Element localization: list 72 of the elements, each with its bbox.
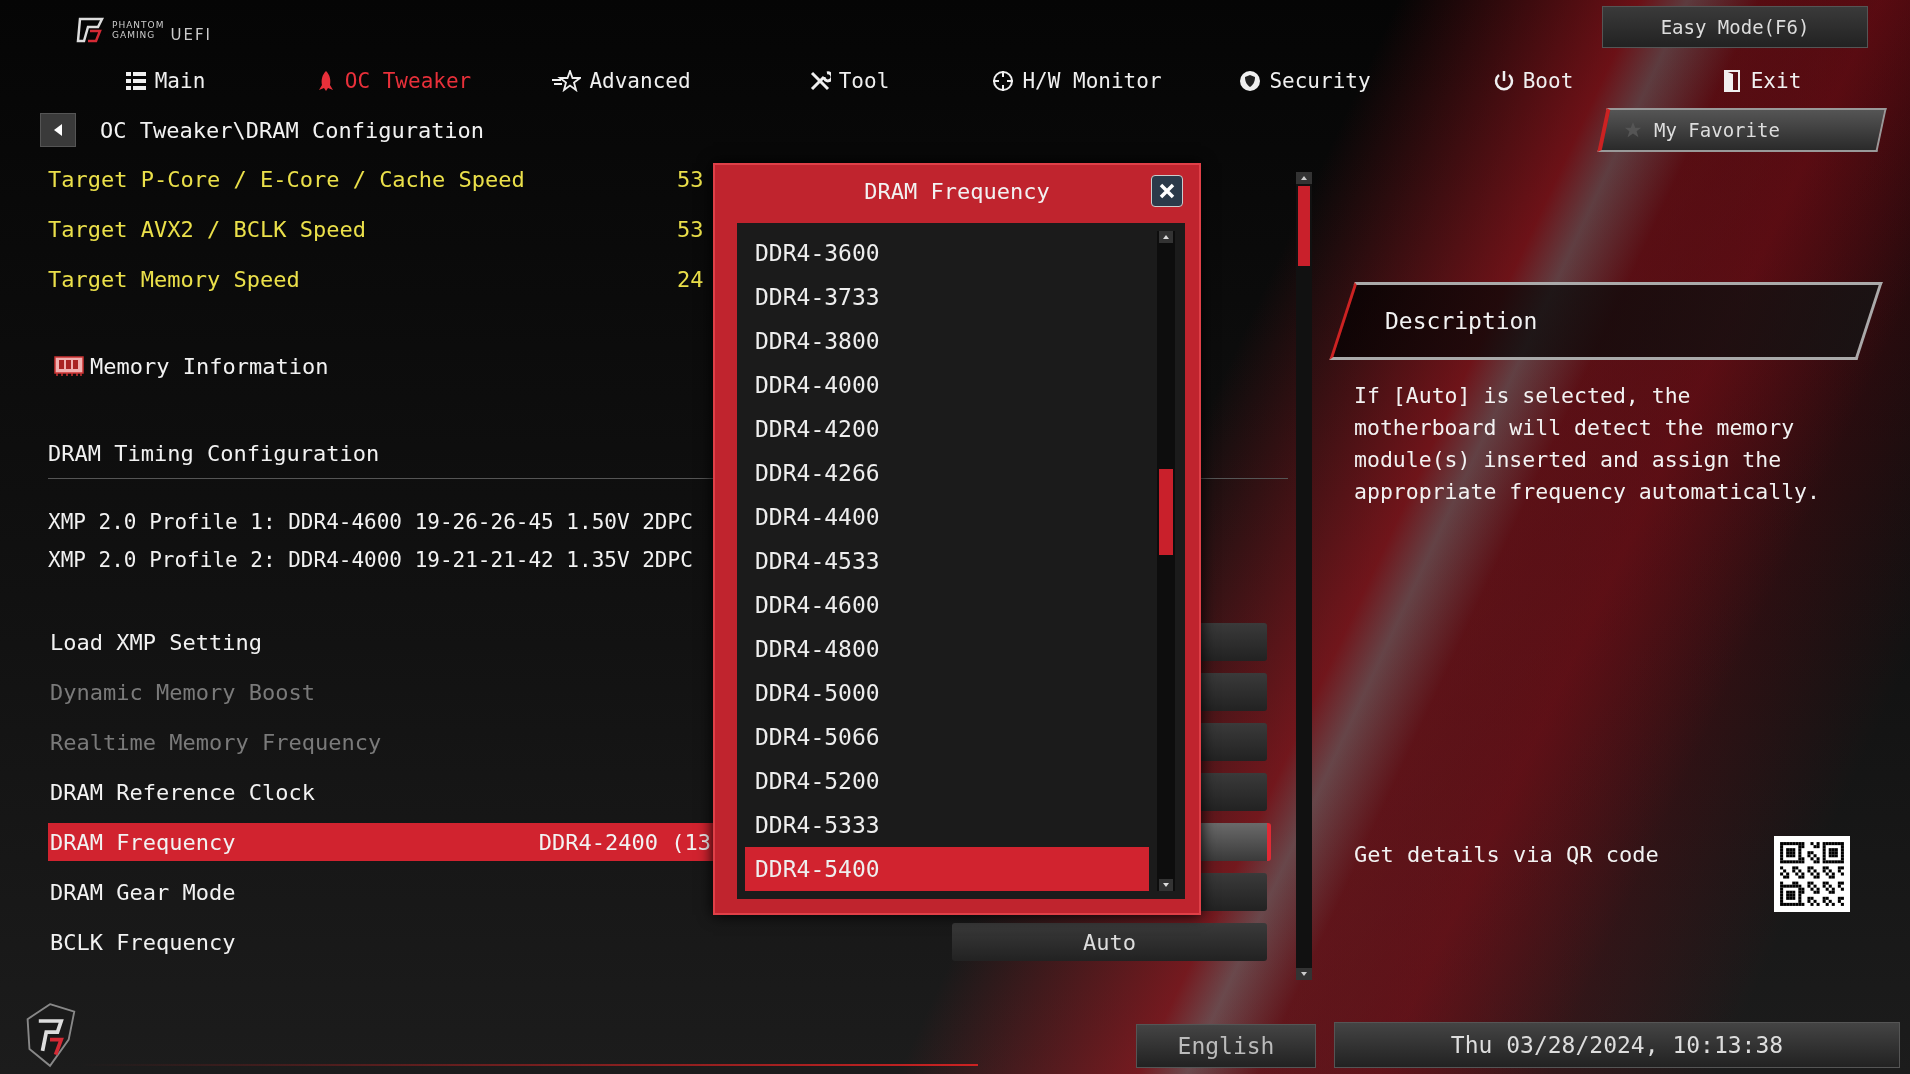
frequency-option[interactable]: DDR4-5333	[745, 803, 1149, 847]
frequency-option[interactable]: DDR4-5400	[745, 847, 1149, 891]
logo-icon	[76, 17, 106, 43]
frequency-option[interactable]: DDR4-4200	[745, 407, 1149, 451]
scrollbar-thumb[interactable]	[1298, 186, 1310, 266]
nav-tab[interactable]: Boot	[1419, 56, 1647, 106]
submenu-item[interactable]: Memory Information	[54, 353, 329, 379]
setting-value: 53	[677, 166, 704, 192]
section-heading: DRAM Timing Configuration	[48, 440, 380, 466]
scroll-up-icon[interactable]	[1296, 172, 1312, 184]
memory-module-icon	[54, 355, 84, 377]
scrollbar[interactable]	[1296, 172, 1312, 980]
setting-row[interactable]: BCLK Frequency	[48, 923, 717, 961]
brand-name: PHANTOM	[112, 20, 165, 30]
setting-row[interactable]: Load XMP Setting	[48, 623, 717, 661]
close-button[interactable]	[1151, 175, 1183, 207]
scrollbar-thumb[interactable]	[1159, 469, 1173, 555]
nav-tab[interactable]: Main	[51, 56, 279, 106]
setting-label: Target P-Core / E-Core / Cache Speed	[48, 166, 526, 192]
qr-code-icon	[1774, 836, 1850, 912]
my-favorite-button[interactable]: My Favorite	[1597, 108, 1887, 152]
frequency-option[interactable]: DDR4-3733	[745, 275, 1149, 319]
setting-value: 24	[677, 266, 704, 292]
star-icon	[551, 70, 582, 92]
qr-hint: Get details via QR code	[1354, 842, 1659, 867]
brand-suffix: UEFI	[170, 26, 212, 44]
brand-name: GAMING	[112, 30, 157, 40]
dialog-title: DRAM Frequency	[864, 178, 1050, 204]
scroll-down-icon[interactable]	[1296, 968, 1312, 980]
power-icon	[1492, 70, 1515, 92]
shield-icon	[1239, 70, 1262, 92]
profile-info: XMP 2.0 Profile 2: DDR4-4000 19-21-21-42 1.35V 2DPC	[48, 548, 693, 572]
nav-tab[interactable]: H/W Monitor	[963, 56, 1191, 106]
setting-label: Target AVX2 / BCLK Speed	[48, 216, 367, 242]
scroll-up-icon[interactable]	[1159, 231, 1173, 243]
setting-row[interactable]: DRAM Gear Mode	[48, 873, 717, 911]
frequency-option[interactable]: DDR4-3800	[745, 319, 1149, 363]
frequency-option[interactable]: DDR4-4600	[745, 583, 1149, 627]
frequency-option[interactable]: DDR4-5200	[745, 759, 1149, 803]
nav-tab[interactable]: Advanced	[507, 56, 735, 106]
crosshair-icon	[992, 70, 1015, 92]
frequency-option[interactable]: DDR4-4400	[745, 495, 1149, 539]
setting-value-box[interactable]: Auto	[952, 923, 1267, 961]
scrollbar[interactable]	[1157, 231, 1175, 891]
description-title: Description	[1385, 308, 1538, 334]
tools-icon	[808, 70, 831, 92]
scroll-down-icon[interactable]	[1159, 879, 1173, 891]
setting-row[interactable]: DRAM Reference Clock	[48, 773, 717, 811]
frequency-option[interactable]: DDR4-5000	[745, 671, 1149, 715]
nav-tab[interactable]: OC Tweaker	[279, 56, 507, 106]
setting-value: 53	[677, 216, 704, 242]
list-icon	[124, 70, 147, 92]
frequency-option[interactable]: DDR4-4533	[745, 539, 1149, 583]
description-text: If [Auto] is selected, the motherboard will detect the memory module(s) inserted and assign the appropriate frequency automatically.	[1354, 382, 1821, 506]
datetime-display: Thu 03/28/2024, 10:13:38	[1334, 1022, 1900, 1068]
star-icon	[1624, 121, 1642, 139]
frequency-option[interactable]: DDR4-4266	[745, 451, 1149, 495]
frequency-option[interactable]: DDR4-4000	[745, 363, 1149, 407]
nav-tab[interactable]: Tool	[735, 56, 963, 106]
breadcrumb: OC Tweaker\DRAM Configuration	[100, 117, 485, 143]
back-button[interactable]	[40, 113, 76, 147]
frequency-option[interactable]: DDR4-3600	[745, 231, 1149, 275]
frequency-option[interactable]: DDR4-4800	[745, 627, 1149, 671]
frequency-option[interactable]: DDR4-5066	[745, 715, 1149, 759]
easy-mode-button[interactable]: Easy Mode(F6)	[1602, 6, 1868, 48]
nav-tab[interactable]: Exit	[1647, 56, 1875, 106]
setting-label: Target Memory Speed	[48, 266, 301, 292]
back-arrow-icon	[52, 123, 64, 137]
nav-tab[interactable]: Security	[1191, 56, 1419, 106]
close-icon	[1159, 183, 1175, 199]
profile-info: XMP 2.0 Profile 1: DDR4-4600 19-26-26-45 1.50V 2DPC	[48, 510, 693, 534]
language-button[interactable]: English	[1136, 1024, 1316, 1068]
